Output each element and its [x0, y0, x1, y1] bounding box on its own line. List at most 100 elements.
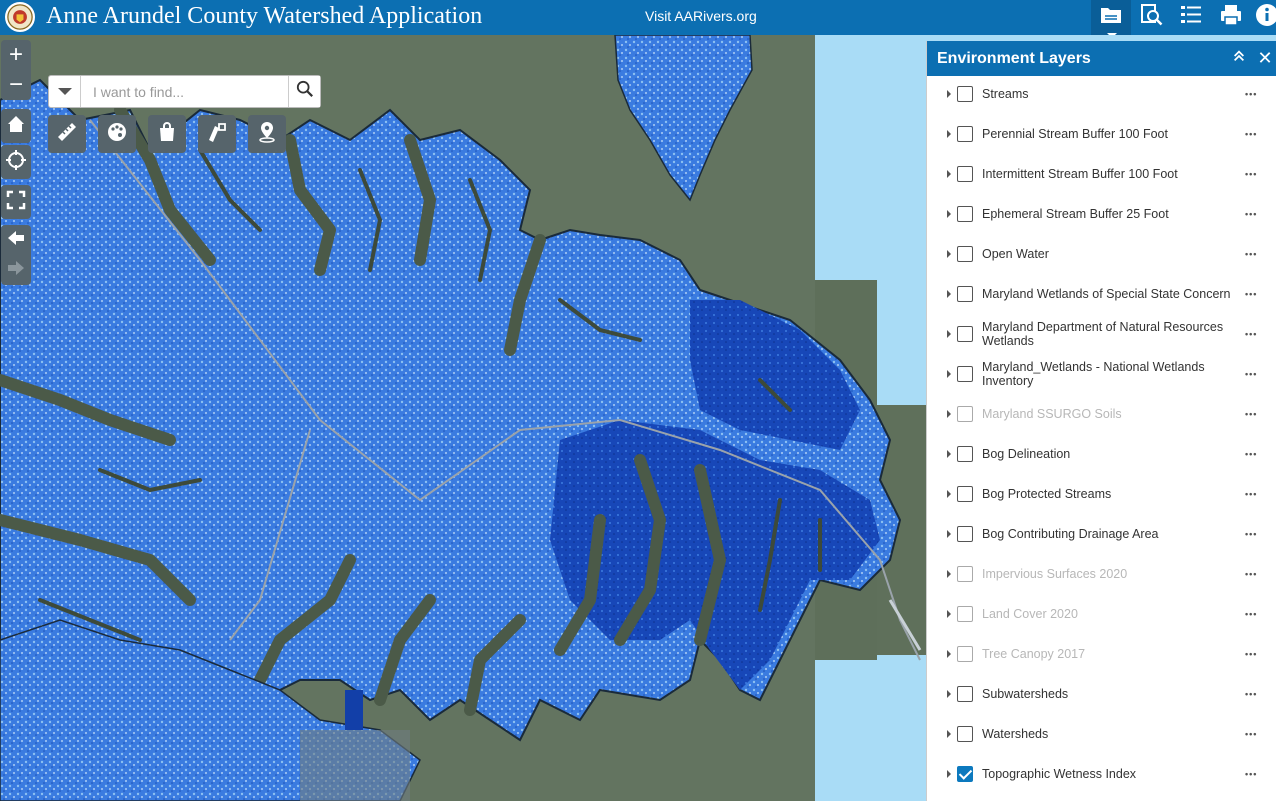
- layer-row[interactable]: Bog Delineation •••: [927, 434, 1276, 474]
- layer-row[interactable]: Ephemeral Stream Buffer 25 Foot •••: [927, 194, 1276, 234]
- layer-visibility-checkbox[interactable]: [957, 686, 973, 702]
- draw-tool-button[interactable]: [198, 115, 236, 153]
- layer-visibility-checkbox[interactable]: [957, 366, 973, 382]
- expand-layer-icon[interactable]: [947, 450, 951, 458]
- layer-visibility-checkbox[interactable]: [957, 246, 973, 262]
- expand-layer-icon[interactable]: [947, 610, 951, 618]
- zoom-out-button[interactable]: −: [9, 70, 23, 100]
- query-button[interactable]: [1131, 0, 1171, 35]
- layer-row[interactable]: Maryland Department of Natural Resources…: [927, 314, 1276, 354]
- layer-visibility-checkbox[interactable]: [957, 566, 973, 582]
- layer-visibility-checkbox[interactable]: [957, 606, 973, 622]
- locate-button[interactable]: [1, 145, 31, 179]
- next-extent-button[interactable]: [6, 255, 26, 285]
- layer-visibility-checkbox[interactable]: [957, 486, 973, 502]
- more-options-icon[interactable]: •••: [1245, 449, 1257, 459]
- layer-row[interactable]: Impervious Surfaces 2020 •••: [927, 554, 1276, 594]
- close-panel-button[interactable]: ✕: [1254, 41, 1276, 76]
- expand-layer-icon[interactable]: [947, 250, 951, 258]
- layer-name: Open Water: [982, 247, 1049, 261]
- expand-layer-icon[interactable]: [947, 650, 951, 658]
- more-options-icon[interactable]: •••: [1245, 689, 1257, 699]
- layer-visibility-checkbox[interactable]: [957, 86, 973, 102]
- more-options-icon[interactable]: •••: [1245, 529, 1257, 539]
- more-options-icon[interactable]: •••: [1245, 569, 1257, 579]
- more-options-icon[interactable]: •••: [1245, 289, 1257, 299]
- arrow-right-icon: [6, 258, 26, 283]
- legend-button[interactable]: [1171, 0, 1211, 35]
- layer-visibility-checkbox[interactable]: [957, 726, 973, 742]
- expand-layer-icon[interactable]: [947, 130, 951, 138]
- more-options-icon[interactable]: •••: [1245, 769, 1257, 779]
- county-seal-logo: [5, 2, 35, 32]
- search-source-dropdown[interactable]: [49, 76, 81, 107]
- info-button[interactable]: [1251, 0, 1276, 35]
- more-options-icon[interactable]: •••: [1245, 409, 1257, 419]
- expand-layer-icon[interactable]: [947, 210, 951, 218]
- layer-row[interactable]: Open Water •••: [927, 234, 1276, 274]
- layer-row[interactable]: Maryland_Wetlands - National Wetlands In…: [927, 354, 1276, 394]
- layer-visibility-checkbox[interactable]: [957, 406, 973, 422]
- print-button[interactable]: [1211, 0, 1251, 35]
- expand-layer-icon[interactable]: [947, 770, 951, 778]
- expand-layer-icon[interactable]: [947, 330, 951, 338]
- more-options-icon[interactable]: •••: [1245, 169, 1257, 179]
- layer-row[interactable]: Subwatersheds •••: [927, 674, 1276, 714]
- layer-visibility-checkbox[interactable]: [957, 646, 973, 662]
- previous-extent-button[interactable]: [6, 225, 26, 255]
- layer-row[interactable]: Streams •••: [927, 74, 1276, 114]
- more-options-icon[interactable]: •••: [1245, 729, 1257, 739]
- more-options-icon[interactable]: •••: [1245, 369, 1257, 379]
- expand-layer-icon[interactable]: [947, 690, 951, 698]
- layer-row[interactable]: Intermittent Stream Buffer 100 Foot •••: [927, 154, 1276, 194]
- home-button[interactable]: [1, 109, 31, 143]
- more-options-icon[interactable]: •••: [1245, 129, 1257, 139]
- search-input[interactable]: [81, 76, 288, 107]
- layer-visibility-checkbox[interactable]: [957, 326, 973, 342]
- expand-layer-icon[interactable]: [947, 290, 951, 298]
- more-options-icon[interactable]: •••: [1245, 329, 1257, 339]
- plus-icon: +: [8, 41, 23, 68]
- fullscreen-button[interactable]: [1, 185, 31, 219]
- layer-row[interactable]: Watersheds •••: [927, 714, 1276, 754]
- search-button[interactable]: [288, 76, 320, 107]
- layer-row[interactable]: Bog Contributing Drainage Area •••: [927, 514, 1276, 554]
- layer-visibility-checkbox[interactable]: [957, 126, 973, 142]
- layer-visibility-checkbox[interactable]: [957, 206, 973, 222]
- expand-layer-icon[interactable]: [947, 90, 951, 98]
- layer-visibility-checkbox[interactable]: [957, 526, 973, 542]
- more-options-icon[interactable]: •••: [1245, 489, 1257, 499]
- select-tool-button[interactable]: [148, 115, 186, 153]
- layer-row[interactable]: Land Cover 2020 •••: [927, 594, 1276, 634]
- expand-layer-icon[interactable]: [947, 410, 951, 418]
- layer-row[interactable]: Bog Protected Streams •••: [927, 474, 1276, 514]
- layer-visibility-checkbox[interactable]: [957, 286, 973, 302]
- layer-visibility-checkbox[interactable]: [957, 166, 973, 182]
- expand-layer-icon[interactable]: [947, 530, 951, 538]
- layer-list-button[interactable]: [1091, 0, 1131, 38]
- layer-row[interactable]: Maryland SSURGO Soils •••: [927, 394, 1276, 434]
- info-icon: [1251, 2, 1276, 33]
- more-options-icon[interactable]: •••: [1245, 249, 1257, 259]
- layer-visibility-checkbox[interactable]: [957, 446, 973, 462]
- layer-row[interactable]: Perennial Stream Buffer 100 Foot •••: [927, 114, 1276, 154]
- zoom-in-button[interactable]: +: [9, 40, 23, 70]
- more-options-icon[interactable]: •••: [1245, 649, 1257, 659]
- more-options-icon[interactable]: •••: [1245, 209, 1257, 219]
- expand-layer-icon[interactable]: [947, 370, 951, 378]
- collapse-panel-button[interactable]: [1224, 41, 1254, 76]
- expand-layer-icon[interactable]: [947, 170, 951, 178]
- measure-tool-button[interactable]: [48, 115, 86, 153]
- expand-layer-icon[interactable]: [947, 730, 951, 738]
- layer-row[interactable]: Maryland Wetlands of Special State Conce…: [927, 274, 1276, 314]
- more-options-icon[interactable]: •••: [1245, 609, 1257, 619]
- more-options-icon[interactable]: •••: [1245, 89, 1257, 99]
- layer-visibility-checkbox[interactable]: [957, 766, 973, 782]
- expand-layer-icon[interactable]: [947, 570, 951, 578]
- layer-row[interactable]: Tree Canopy 2017 •••: [927, 634, 1276, 674]
- basemap-gallery-button[interactable]: [98, 115, 136, 153]
- expand-layer-icon[interactable]: [947, 490, 951, 498]
- layer-row[interactable]: Topographic Wetness Index •••: [927, 754, 1276, 794]
- aarivers-link[interactable]: Visit AARivers.org: [645, 8, 757, 24]
- locate-address-button[interactable]: [248, 115, 286, 153]
